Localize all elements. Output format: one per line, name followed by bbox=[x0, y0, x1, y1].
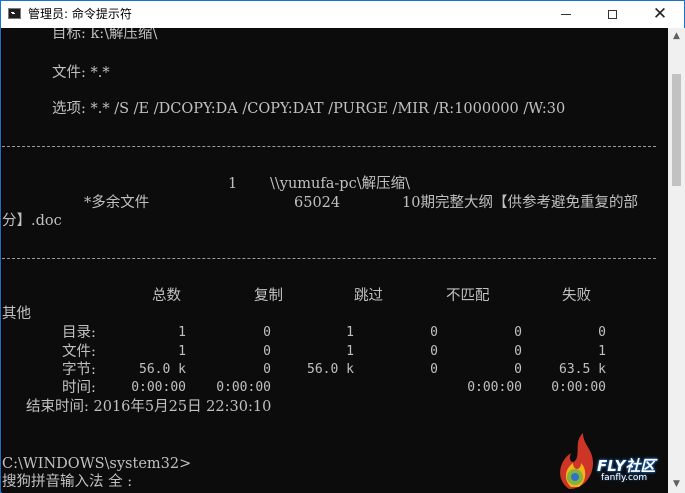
close-icon: ✕ bbox=[652, 4, 668, 24]
listing-size: 65024 bbox=[294, 195, 341, 211]
bytes-total: 56.0 k bbox=[139, 362, 186, 377]
files-failed: 0 bbox=[514, 344, 522, 359]
bytes-extras: 63.5 k bbox=[559, 362, 606, 377]
scroll-up-icon[interactable]: ▲ bbox=[668, 28, 685, 45]
col-header-mismatch: 不匹配 bbox=[446, 288, 490, 304]
bytes-failed: 0 bbox=[514, 362, 522, 377]
row-label-dirs: 目录: bbox=[62, 325, 96, 341]
close-button[interactable]: ✕ bbox=[635, 1, 685, 28]
col-header-copied: 复制 bbox=[254, 288, 283, 304]
minimize-button[interactable] bbox=[543, 1, 589, 28]
col-header-skipped: 跳过 bbox=[354, 288, 383, 304]
dirs-total: 1 bbox=[178, 325, 186, 340]
listing-path: \\yumufa-pc\解压缩\ bbox=[270, 176, 410, 192]
files-total: 1 bbox=[178, 344, 186, 359]
listing-filename-part1: 10期完整大纲【供参考避免重复的部 bbox=[402, 195, 638, 211]
window-title: 管理员: 命令提示符 bbox=[28, 7, 132, 21]
vertical-scrollbar[interactable]: ▲ ▼ bbox=[668, 28, 685, 493]
end-time: 结束时间: 2016年5月25日 22:30:10 bbox=[26, 399, 272, 415]
command-prompt-window: 管理员: 命令提示符 ✕ 目标: k:\解压缩\ 文件: *.* 选项: *.*… bbox=[0, 0, 685, 493]
listing-status: *多余文件 bbox=[84, 195, 150, 211]
dirs-skipped: 1 bbox=[346, 325, 354, 340]
row-label-files: 文件: bbox=[62, 344, 96, 360]
bytes-skipped: 56.0 k bbox=[307, 362, 354, 377]
target-line: 目标: k:\解压缩\ bbox=[52, 28, 158, 42]
dirs-extras: 0 bbox=[598, 325, 606, 340]
col-header-failed: 失败 bbox=[562, 288, 591, 304]
minimize-icon bbox=[561, 14, 571, 15]
dirs-mismatch: 0 bbox=[430, 325, 438, 340]
scroll-down-icon[interactable]: ▼ bbox=[668, 476, 685, 493]
scrollbar-thumb[interactable] bbox=[672, 74, 681, 186]
options-line: 选项: *.* /S /E /DCOPY:DA /COPY:DAT /PURGE… bbox=[52, 101, 566, 117]
files-line: 文件: *.* bbox=[52, 65, 110, 81]
bytes-mismatch: 0 bbox=[430, 362, 438, 377]
watermark-logo: FLY社区 fanfly.com bbox=[549, 431, 667, 491]
separator-line bbox=[2, 146, 656, 147]
files-extras: 1 bbox=[598, 344, 606, 359]
times-extras: 0:00:00 bbox=[551, 380, 606, 395]
dirs-failed: 0 bbox=[514, 325, 522, 340]
times-copied: 0:00:00 bbox=[216, 380, 271, 395]
listing-filename-part2: 分】.doc bbox=[2, 213, 62, 229]
separator-line bbox=[2, 258, 656, 259]
files-mismatch: 0 bbox=[430, 344, 438, 359]
console-app-icon[interactable] bbox=[8, 8, 21, 19]
ime-status: 搜狗拼音输入法 全 : bbox=[2, 474, 133, 490]
maximize-button[interactable] bbox=[589, 1, 635, 28]
row-label-times: 时间: bbox=[62, 380, 96, 396]
times-failed: 0:00:00 bbox=[467, 380, 522, 395]
watermark-site: fanfly.com bbox=[601, 473, 648, 483]
row-label-bytes: 字节: bbox=[62, 362, 96, 378]
times-total: 0:00:00 bbox=[131, 380, 186, 395]
listing-count: 1 bbox=[228, 176, 238, 192]
console-output[interactable]: 目标: k:\解压缩\ 文件: *.* 选项: *.* /S /E /DCOPY… bbox=[2, 28, 668, 493]
command-prompt-path[interactable]: C:\WINDOWS\system32> bbox=[2, 455, 191, 473]
files-skipped: 1 bbox=[346, 344, 354, 359]
dirs-copied: 0 bbox=[263, 325, 271, 340]
col-header-total: 总数 bbox=[152, 288, 181, 304]
bytes-copied: 0 bbox=[263, 362, 271, 377]
files-copied: 0 bbox=[263, 344, 271, 359]
col-header-extras: 其他 bbox=[2, 306, 31, 322]
title-bar[interactable]: 管理员: 命令提示符 ✕ bbox=[1, 1, 684, 28]
maximize-icon bbox=[607, 10, 617, 19]
